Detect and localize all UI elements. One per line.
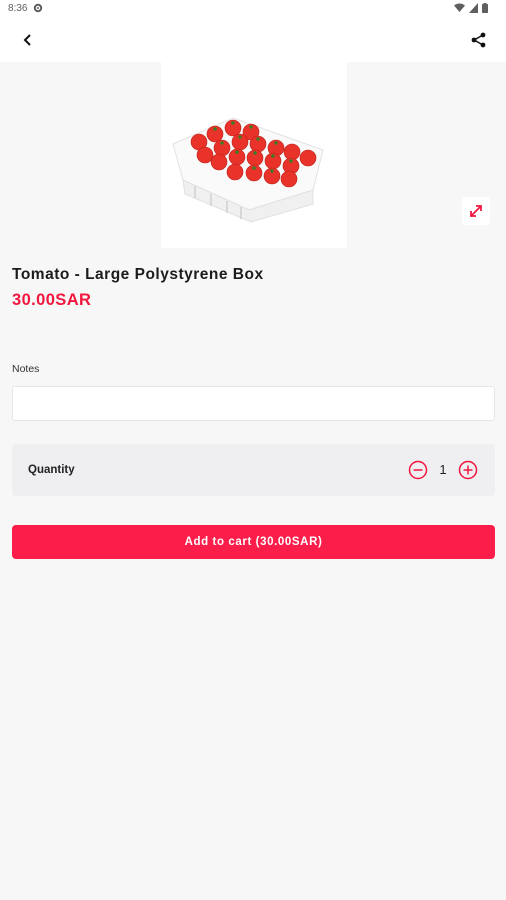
status-bar: 8:36 xyxy=(0,0,506,18)
product-image-area xyxy=(0,62,506,248)
expand-image-button[interactable] xyxy=(462,197,490,225)
signal-icon xyxy=(469,3,478,13)
status-time: 8:36 xyxy=(8,3,28,14)
tomato-box-image xyxy=(172,117,324,223)
expand-arrows-icon xyxy=(470,205,482,217)
quantity-stepper: Quantity 1 xyxy=(12,444,495,496)
battery-icon xyxy=(482,3,488,13)
app-bar xyxy=(0,18,506,62)
product-title: Tomato - Large Polystyrene Box xyxy=(12,266,264,283)
wifi-icon xyxy=(454,3,465,12)
notes-input[interactable] xyxy=(12,386,495,421)
chevron-left-icon xyxy=(23,34,31,46)
status-icons xyxy=(454,3,488,13)
add-to-cart-button[interactable]: Add to cart (30.00SAR) xyxy=(12,525,495,559)
back-button[interactable] xyxy=(15,28,41,52)
product-price: 30.00SAR xyxy=(12,291,92,309)
plus-circle-icon[interactable] xyxy=(458,460,478,480)
share-button[interactable] xyxy=(465,28,491,52)
gear-icon xyxy=(33,3,43,13)
share-icon xyxy=(471,32,485,48)
product-image[interactable] xyxy=(161,62,347,248)
minus-circle-icon[interactable] xyxy=(408,460,428,480)
notes-label: Notes xyxy=(12,363,40,375)
quantity-label: Quantity xyxy=(28,464,75,476)
quantity-value: 1 xyxy=(439,462,447,477)
